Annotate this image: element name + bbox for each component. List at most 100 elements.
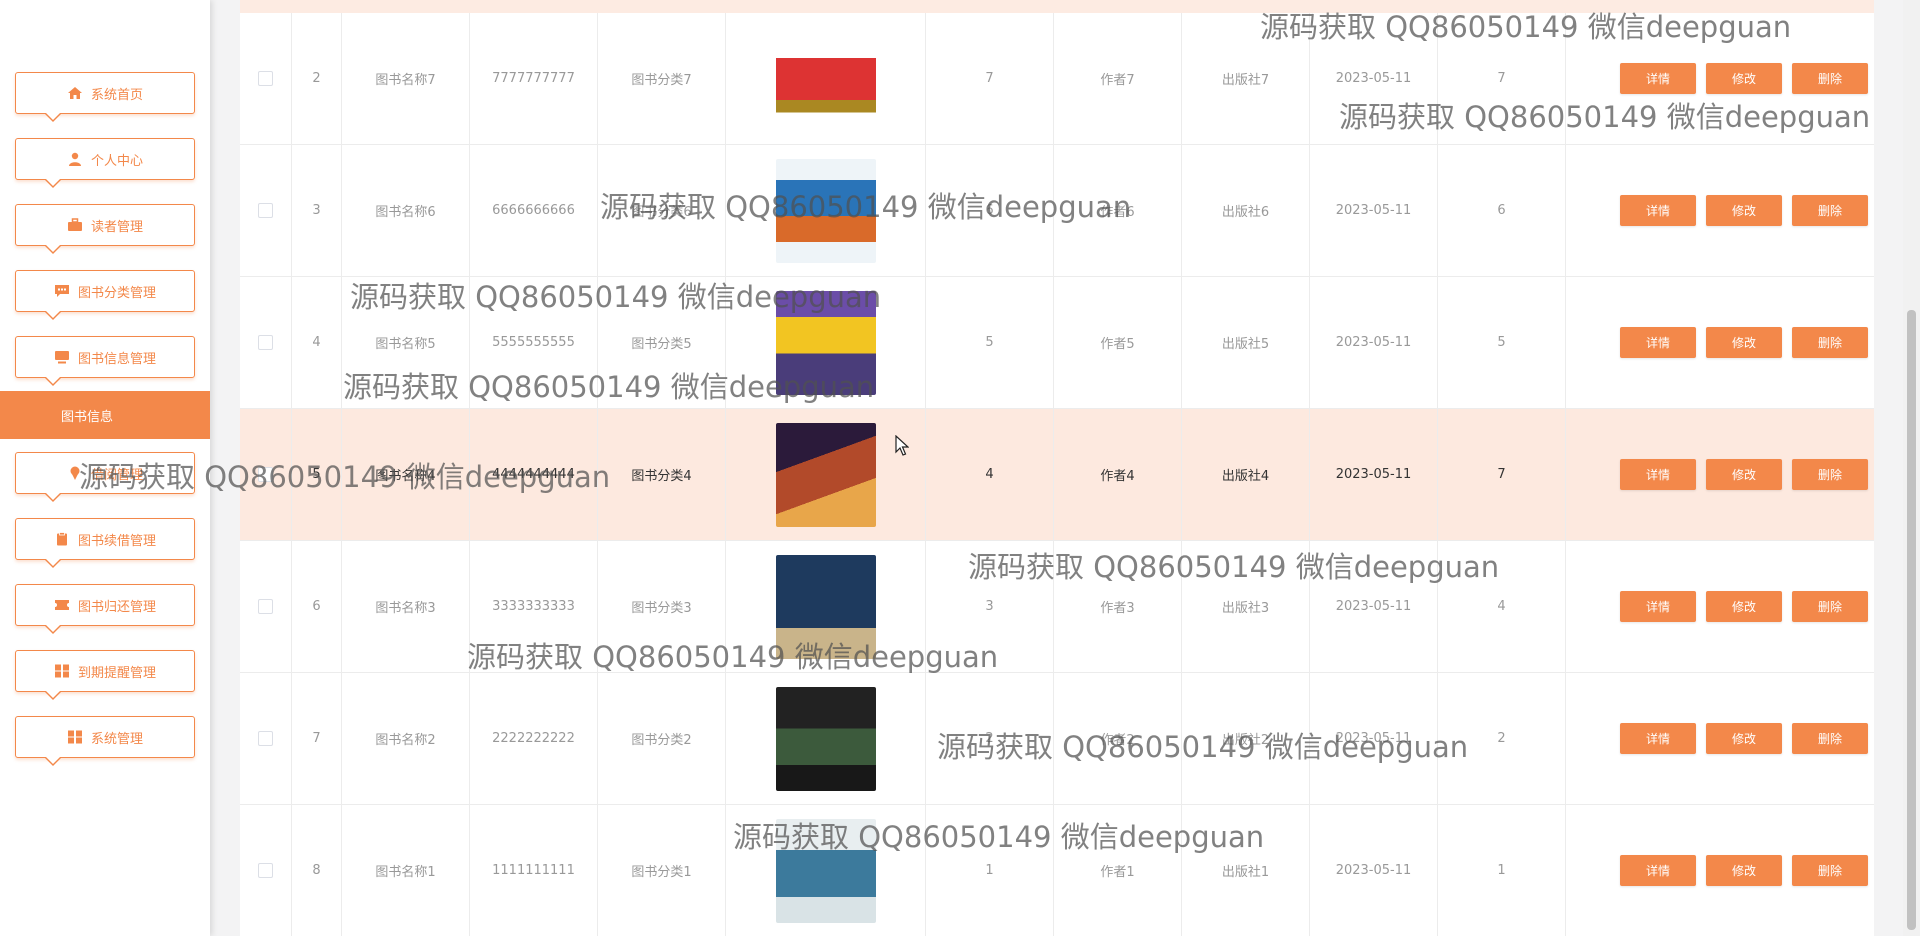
cell-author: 作者6	[1054, 145, 1182, 276]
book-cover-image	[775, 686, 876, 791]
edit-button[interactable]: 修改	[1706, 590, 1782, 622]
delete-button[interactable]: 删除	[1792, 194, 1868, 226]
cell-cover	[726, 145, 926, 276]
book-cover-image	[775, 290, 876, 395]
edit-button[interactable]: 修改	[1706, 722, 1782, 754]
sidebar-item-reminder[interactable]: 到期提醒管理	[15, 650, 195, 700]
table-row[interactable]: 2 图书名称7 7777777777 图书分类7 7 作者7 出版社7 2023-05-11 7…	[240, 13, 1874, 145]
detail-button[interactable]: 详情	[1620, 722, 1696, 754]
cell-actions: 详情 修改 删除	[1566, 13, 1874, 144]
cell-author: 作者2	[1054, 673, 1182, 804]
row-checkbox[interactable]	[258, 599, 273, 614]
detail-button[interactable]: 详情	[1620, 458, 1696, 490]
cell-actions: 详情 修改 删除	[1566, 673, 1874, 804]
cell-index: 5	[292, 409, 342, 540]
row-checkbox[interactable]	[258, 731, 273, 746]
edit-button[interactable]: 修改	[1706, 194, 1782, 226]
cell-stock: 7	[1438, 409, 1566, 540]
cell-isbn: 3333333333	[470, 541, 598, 672]
cell-category: 图书分类2	[598, 673, 726, 804]
clipboard-icon	[54, 532, 70, 546]
sidebar-item-home[interactable]: 系统首页	[15, 72, 195, 122]
delete-button[interactable]: 删除	[1792, 590, 1868, 622]
sidebar-item-label: 借阅管理	[90, 467, 143, 483]
edit-button[interactable]: 修改	[1706, 326, 1782, 358]
home-icon	[67, 86, 83, 100]
mouse-cursor-icon	[895, 435, 909, 456]
book-cover-image	[775, 422, 876, 527]
edit-button[interactable]: 修改	[1706, 458, 1782, 490]
delete-button[interactable]: 删除	[1792, 722, 1868, 754]
row-checkbox[interactable]	[258, 467, 273, 482]
cell-category: 图书分类1	[598, 805, 726, 936]
cell-actions: 详情 修改 删除	[1566, 145, 1874, 276]
cell-publisher: 出版社1	[1182, 805, 1310, 936]
delete-button[interactable]: 删除	[1792, 62, 1868, 94]
sidebar-item-category[interactable]: 图书分类管理	[15, 270, 195, 320]
sidebar-item-renew[interactable]: 图书续借管理	[15, 518, 195, 568]
cell-isbn: 6666666666	[470, 145, 598, 276]
cell-qty: 6	[926, 145, 1054, 276]
sidebar-item-readers[interactable]: 读者管理	[15, 204, 195, 254]
table-row[interactable]: 4 图书名称5 5555555555 图书分类5 5 作者5 出版社5 2023-05-11 5…	[240, 277, 1874, 409]
cell-checkbox	[240, 409, 292, 540]
cell-date: 2023-05-11	[1310, 277, 1438, 408]
cell-stock: 1	[1438, 805, 1566, 936]
cell-category: 图书分类5	[598, 277, 726, 408]
edit-button[interactable]: 修改	[1706, 854, 1782, 886]
sidebar-item-return[interactable]: 图书归还管理	[15, 584, 195, 634]
cell-date: 2023-05-11	[1310, 673, 1438, 804]
cell-publisher: 出版社6	[1182, 145, 1310, 276]
sidebar-item-label: 图书信息管理	[77, 351, 156, 367]
table-row[interactable]: 7 图书名称2 2222222222 图书分类2 2 作者2 出版社2 2023-05-11 2…	[240, 673, 1874, 805]
delete-button[interactable]: 删除	[1792, 326, 1868, 358]
cell-index: 6	[292, 541, 342, 672]
cell-author: 作者5	[1054, 277, 1182, 408]
sidebar-item-profile[interactable]: 个人中心	[15, 138, 195, 188]
cell-qty: 3	[926, 541, 1054, 672]
cell-cover	[726, 409, 926, 540]
pin-icon	[67, 466, 83, 480]
table-row[interactable]: 3 图书名称6 6666666666 图书分类6 6 作者6 出版社6 2023-05-11 6…	[240, 145, 1874, 277]
row-checkbox[interactable]	[258, 863, 273, 878]
sidebar-subitem-bookinfo[interactable]: 图书信息	[0, 391, 210, 439]
detail-button[interactable]: 详情	[1620, 326, 1696, 358]
detail-button[interactable]: 详情	[1620, 62, 1696, 94]
cell-stock: 6	[1438, 145, 1566, 276]
sidebar: 系统首页 个人中心 读者管理 图书分类管理 图书信息管理 图书信息 借阅管理 图…	[0, 0, 210, 936]
cell-cover	[726, 541, 926, 672]
cell-stock: 5	[1438, 277, 1566, 408]
edit-button[interactable]: 修改	[1706, 62, 1782, 94]
delete-button[interactable]: 删除	[1792, 458, 1868, 490]
cell-checkbox	[240, 673, 292, 804]
cell-index: 4	[292, 277, 342, 408]
row-checkbox[interactable]	[258, 71, 273, 86]
table-row[interactable]: 6 图书名称3 3333333333 图书分类3 3 作者3 出版社3 2023-05-11 4…	[240, 541, 1874, 673]
cell-stock: 7	[1438, 13, 1566, 144]
book-table: 2 图书名称7 7777777777 图书分类7 7 作者7 出版社7 2023-05-11 7…	[240, 0, 1874, 936]
briefcase-icon	[67, 218, 83, 232]
grid-icon	[54, 664, 70, 678]
book-cover-image	[775, 818, 876, 923]
cell-index: 3	[292, 145, 342, 276]
detail-button[interactable]: 详情	[1620, 590, 1696, 622]
sidebar-item-label: 个人中心	[90, 153, 143, 169]
delete-button[interactable]: 删除	[1792, 854, 1868, 886]
table-row[interactable]: 5 图书名称4 4444444444 图书分类4 4 作者4 出版社4 2023-05-11 7…	[240, 409, 1874, 541]
cell-actions: 详情 修改 删除	[1566, 541, 1874, 672]
row-checkbox[interactable]	[258, 203, 273, 218]
sidebar-item-system[interactable]: 系统管理	[15, 716, 195, 766]
detail-button[interactable]: 详情	[1620, 854, 1696, 886]
cell-checkbox	[240, 13, 292, 144]
sidebar-item-bookinfo[interactable]: 图书信息管理	[15, 336, 195, 386]
cell-isbn: 5555555555	[470, 277, 598, 408]
cell-isbn: 2222222222	[470, 673, 598, 804]
scrollbar-thumb[interactable]	[1907, 310, 1916, 930]
cell-isbn: 4444444444	[470, 409, 598, 540]
detail-button[interactable]: 详情	[1620, 194, 1696, 226]
table-row[interactable]: 8 图书名称1 1111111111 图书分类1 1 作者1 出版社1 2023-05-11 1…	[240, 805, 1874, 936]
cell-publisher: 出版社7	[1182, 13, 1310, 144]
scrollbar[interactable]	[1903, 0, 1920, 936]
row-checkbox[interactable]	[258, 335, 273, 350]
sidebar-item-borrow[interactable]: 借阅管理	[15, 452, 195, 502]
